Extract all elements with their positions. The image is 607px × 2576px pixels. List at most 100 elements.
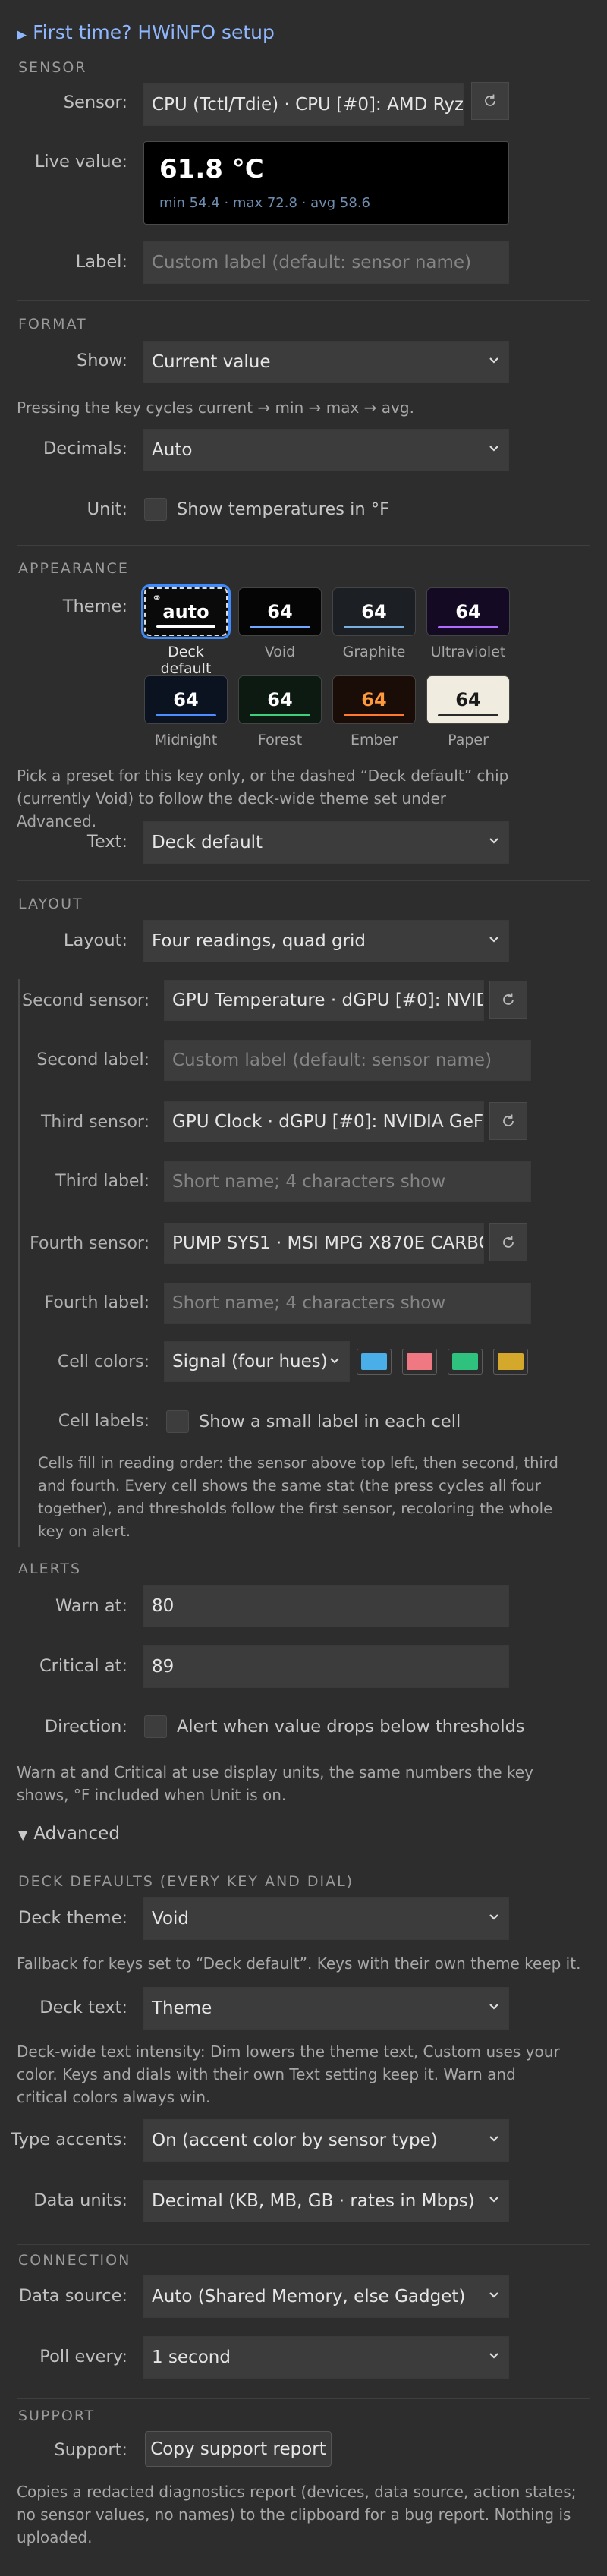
label-input[interactable]: Custom label (default: sensor name) (143, 241, 509, 284)
swatch-fill (361, 1353, 387, 1370)
sensor-refresh-button[interactable] (471, 82, 509, 120)
theme-chip-sample: 64 (361, 689, 387, 710)
show-help: Pressing the key cycles current → min → … (17, 398, 414, 417)
type-accents-select[interactable]: On (accent color by sensor type) (143, 2119, 509, 2162)
refresh-icon (485, 94, 495, 106)
refresh-icon (503, 993, 514, 1005)
cell-colors-select[interactable]: Signal (four hues) (164, 1341, 350, 1382)
warn-label: Warn at: (55, 1596, 127, 1616)
deck-theme-label: Deck theme: (18, 1908, 127, 1928)
divider (17, 545, 590, 546)
theme-accent-bar (344, 714, 404, 716)
advanced-toggle[interactable]: ▼ Advanced (18, 1824, 120, 1844)
decimals-label: Decimals: (42, 439, 127, 458)
show-select[interactable]: Current value (143, 341, 509, 383)
second-sensor-select[interactable]: GPU Temperature · dGPU [#0]: NVIDIA (164, 980, 484, 1021)
fourth-label-input[interactable]: Short name; 4 characters show (164, 1283, 531, 1324)
sensor-select[interactable]: CPU (Tctl/Tdie) · CPU [#0]: AMD Ryzen 9 (143, 83, 464, 126)
deck-theme-select-value: Void (152, 1909, 190, 1929)
poll-every-label: Poll every: (39, 2347, 127, 2367)
second-sensor-label: Second sensor: (22, 991, 149, 1010)
unit-checkbox[interactable] (144, 498, 167, 521)
copy-support-report-button[interactable]: Copy support report (145, 2431, 332, 2467)
layout-label: Layout: (63, 931, 127, 950)
section-heading-support: SUPPORT (18, 2408, 96, 2424)
theme-chip-ember[interactable]: 64 (332, 675, 416, 724)
cell-color-swatch-1[interactable] (357, 1349, 392, 1375)
theme-chip-midnight[interactable]: 64 (144, 675, 228, 724)
direction-checkbox[interactable] (144, 1715, 167, 1738)
chevron-down-icon (489, 2136, 498, 2142)
third-sensor-label: Third sensor: (40, 1113, 149, 1132)
warn-input[interactable]: 80 (143, 1585, 509, 1627)
chevron-down-icon (489, 1914, 498, 1920)
deck-text-select[interactable]: Theme (143, 1987, 509, 2030)
direction-label: Direction: (44, 1717, 127, 1737)
refresh-icon (503, 1114, 514, 1126)
alerts-help: Warn at and Critical at use display unit… (17, 1763, 533, 1804)
second-sensor-refresh-button[interactable] (489, 981, 527, 1019)
theme-chip-label: Graphite (342, 644, 406, 660)
fourth-sensor-select[interactable]: PUMP SYS1 · MSI MPG X870E CARBON (164, 1223, 484, 1264)
decimals-select[interactable]: Auto (143, 429, 509, 471)
theme-accent-bar (344, 626, 404, 628)
theme-chip-deck-default[interactable]: ⚭ auto (141, 584, 231, 639)
fourth-label-label: Fourth label: (44, 1293, 150, 1312)
text-select-value: Deck default (152, 833, 263, 852)
layout-select[interactable]: Four readings, quad grid (143, 920, 509, 962)
chevron-down-icon (330, 1358, 339, 1364)
cell-color-swatch-4[interactable] (493, 1349, 528, 1375)
cell-labels-checkbox[interactable] (166, 1410, 189, 1433)
divider (17, 2398, 590, 2399)
chevron-down-icon (489, 2004, 498, 2010)
section-heading-alerts: ALERTS (18, 1560, 82, 1577)
section-heading-sensor: SENSOR (18, 59, 87, 76)
swatch-fill (452, 1353, 478, 1370)
divider (17, 880, 590, 881)
chevron-down-icon (489, 446, 498, 452)
theme-chip-graphite[interactable]: 64 (332, 587, 416, 636)
live-value-label: Live value: (34, 152, 127, 172)
fourth-sensor-refresh-button[interactable] (489, 1223, 527, 1261)
theme-chip-forest[interactable]: 64 (238, 675, 322, 724)
layout-select-value: Four readings, quad grid (152, 931, 366, 951)
refresh-icon (503, 1236, 514, 1248)
divider (17, 300, 590, 301)
theme-label: Theme: (62, 597, 127, 616)
critical-input[interactable]: 89 (143, 1645, 509, 1688)
type-accents-select-value: On (accent color by sensor type) (152, 2130, 438, 2150)
theme-chip-void[interactable]: 64 (238, 587, 322, 636)
theme-chip-label: Ember (350, 732, 398, 748)
chevron-down-icon (489, 838, 498, 844)
theme-chip-label: Ultraviolet (430, 644, 506, 660)
poll-every-select[interactable]: 1 second (143, 2336, 509, 2379)
theme-chip-sample: auto (162, 601, 209, 622)
critical-label: Critical at: (39, 1656, 127, 1676)
show-label: Show: (76, 351, 127, 370)
third-sensor-select[interactable]: GPU Clock · dGPU [#0]: NVIDIA GeForce (164, 1101, 484, 1142)
data-source-select[interactable]: Auto (Shared Memory, else Gadget) (143, 2275, 509, 2318)
theme-chip-ultraviolet[interactable]: 64 (426, 587, 510, 636)
sensor-label: Sensor: (63, 93, 127, 112)
support-label: Support: (54, 2440, 127, 2460)
unit-label: Unit: (86, 499, 127, 519)
cell-color-swatch-3[interactable] (448, 1349, 483, 1375)
third-label-input[interactable]: Short name; 4 characters show (164, 1161, 531, 1202)
data-units-select[interactable]: Decimal (KB, MB, GB · rates in Mbps) (143, 2180, 509, 2222)
swatch-fill (407, 1353, 432, 1370)
theme-accent-bar (438, 626, 498, 628)
text-select[interactable]: Deck default (143, 821, 509, 864)
theme-chip-paper[interactable]: 64 (426, 675, 510, 724)
divider (17, 2244, 590, 2245)
data-units-select-value: Decimal (KB, MB, GB · rates in Mbps) (152, 2191, 475, 2211)
setup-toggle[interactable]: ▶ First time? HWiNFO setup (17, 21, 275, 43)
section-heading-format: FORMAT (18, 316, 87, 332)
section-heading-deck-defaults: DECK DEFAULTS (EVERY KEY AND DIAL) (18, 1873, 354, 1890)
theme-chip-sample: 64 (455, 601, 481, 622)
third-sensor-refresh-button[interactable] (489, 1102, 527, 1140)
theme-chip-label: Midnight (154, 732, 218, 748)
cell-color-swatch-2[interactable] (402, 1349, 437, 1375)
deck-theme-select[interactable]: Void (143, 1897, 509, 1940)
second-label-input[interactable]: Custom label (default: sensor name) (164, 1040, 531, 1081)
advanced-toggle-label: Advanced (33, 1824, 120, 1844)
